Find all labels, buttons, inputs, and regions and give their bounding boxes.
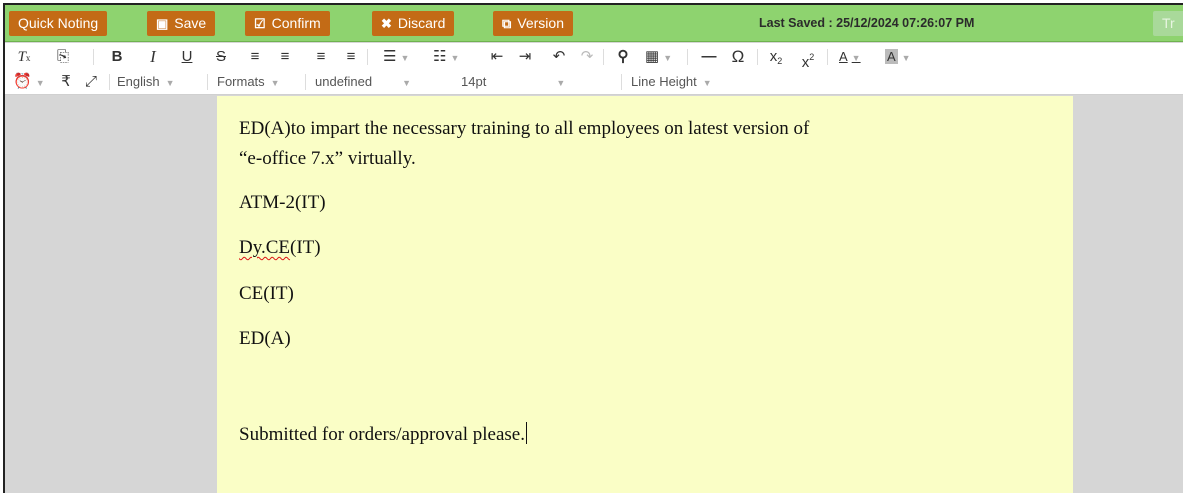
quick-noting-label: Quick Noting	[18, 15, 99, 31]
align-left-icon[interactable]: ≡	[245, 45, 265, 69]
note-line: ED(A)to impart the necessary training to…	[239, 118, 810, 139]
strikethrough-icon[interactable]: S	[213, 45, 229, 69]
note-line: “e-office 7.x” virtually.	[239, 148, 416, 169]
timestamp-icon[interactable]: ⏰ ▼	[13, 70, 53, 94]
clear-formatting-icon[interactable]: Tx	[13, 45, 35, 69]
toolbar-divider	[687, 49, 688, 65]
toolbar-divider	[305, 74, 306, 90]
line-height-dropdown[interactable]: Line Height ▼	[631, 70, 712, 94]
confirm-button[interactable]: ☑ Confirm	[245, 11, 330, 36]
editor-toolbar: Tx ⎘ B I U S ≡ ≡ ≡ ≡ ☰ ▼ ☷ ▼ ⇤ ⇥ ↶ ↷ ⚲ ▦ ▼ …	[5, 43, 1183, 95]
bullet-list-icon[interactable]: ☰ ▼	[383, 45, 423, 69]
text-caret	[525, 422, 527, 444]
checkbox-icon: ☑	[254, 16, 266, 31]
save-button[interactable]: ▣ Save	[147, 11, 216, 36]
toolbar-divider	[603, 49, 604, 65]
numbered-list-icon[interactable]: ☷ ▼	[433, 45, 473, 69]
find-replace-icon[interactable]: ⚲	[613, 45, 633, 69]
version-icon: ⧉	[502, 16, 512, 31]
align-justify-icon[interactable]: ≡	[341, 45, 361, 69]
document-page[interactable]: ED(A)to impart the necessary training to…	[217, 96, 1073, 493]
discard-label: Discard	[397, 15, 446, 31]
background-color-icon[interactable]: A ▼	[885, 45, 925, 69]
note-line: CE(IT)	[239, 283, 294, 304]
align-center-icon[interactable]: ≡	[275, 45, 295, 69]
close-icon: ✖	[381, 16, 392, 31]
indent-icon[interactable]: ⇥	[515, 45, 535, 69]
floppy-icon: ▣	[156, 16, 169, 31]
text-color-icon[interactable]: A ▼	[839, 45, 879, 69]
font-family-dropdown[interactable]: undefined ▼	[315, 70, 445, 94]
fullscreen-icon[interactable]: ⤢	[81, 70, 101, 94]
note-line: Submitted for orders/approval please.	[239, 422, 527, 446]
undo-icon[interactable]: ↶	[549, 45, 569, 69]
font-size-label: 14pt	[461, 74, 487, 89]
toolbar-divider	[367, 49, 368, 65]
subscript-icon[interactable]: x2	[765, 45, 787, 69]
toolbar-divider	[621, 74, 622, 90]
horizontal-line-icon[interactable]: —	[699, 45, 719, 69]
line-height-label: Line Height	[631, 74, 697, 89]
spellcheck-word[interactable]: Dy.CE	[239, 237, 290, 258]
tr-button[interactable]: Tr	[1153, 11, 1183, 36]
italic-icon[interactable]: I	[145, 45, 161, 69]
font-size-dropdown[interactable]: 14pt ▼	[461, 70, 591, 94]
superscript-icon[interactable]: x2	[797, 45, 819, 71]
confirm-label: Confirm	[271, 15, 321, 31]
redo-icon[interactable]: ↷	[577, 45, 597, 69]
note-line: ED(A)	[239, 328, 291, 349]
note-text: Submitted for orders/approval please.	[239, 424, 525, 445]
toolbar-divider	[93, 49, 94, 65]
quick-noting-button[interactable]: Quick Noting	[9, 11, 108, 36]
rupee-icon[interactable]: ₹	[59, 70, 73, 94]
last-saved-status: Last Saved : 25/12/2024 07:26:07 PM	[759, 16, 975, 30]
note-line: ATM-2(IT)	[239, 192, 326, 213]
toolbar-divider	[827, 49, 828, 65]
outdent-icon[interactable]: ⇤	[487, 45, 507, 69]
align-right-icon[interactable]: ≡	[311, 45, 331, 69]
toolbar-row-1: Tx ⎘ B I U S ≡ ≡ ≡ ≡ ☰ ▼ ☷ ▼ ⇤ ⇥ ↶ ↷ ⚲ ▦ ▼ …	[5, 45, 1183, 71]
toolbar-divider	[207, 74, 208, 90]
bold-icon[interactable]: B	[109, 45, 125, 69]
toolbar-divider	[109, 74, 110, 90]
underline-icon[interactable]: U	[179, 45, 195, 69]
paste-icon[interactable]: ⎘	[53, 45, 73, 69]
language-dropdown[interactable]: English ▼	[117, 70, 175, 94]
formats-label: Formats	[217, 74, 265, 89]
formats-dropdown[interactable]: Formats ▼	[217, 70, 280, 94]
version-button[interactable]: ⧉ Version	[493, 11, 573, 36]
discard-button[interactable]: ✖ Discard	[372, 11, 455, 36]
note-line: Dy.CE(IT)	[239, 237, 321, 259]
font-family-label: undefined	[315, 74, 373, 89]
editor-window: Quick Noting ▣ Save ☑ Confirm ✖ Discard ⧉ Ve…	[3, 3, 1183, 493]
save-label: Save	[174, 15, 207, 31]
version-label: Version	[517, 15, 564, 31]
special-character-icon[interactable]: Ω	[727, 45, 749, 69]
toolbar-row-2: ⏰ ▼ ₹ ⤢ English ▼ Formats ▼ undefined ▼ 14pt…	[5, 70, 1183, 95]
toolbar-divider	[757, 49, 758, 65]
note-text: (IT)	[290, 237, 321, 258]
language-label: English	[117, 74, 160, 89]
table-icon[interactable]: ▦ ▼	[645, 45, 685, 69]
action-bar: Quick Noting ▣ Save ☑ Confirm ✖ Discard ⧉ Ve…	[5, 5, 1183, 42]
